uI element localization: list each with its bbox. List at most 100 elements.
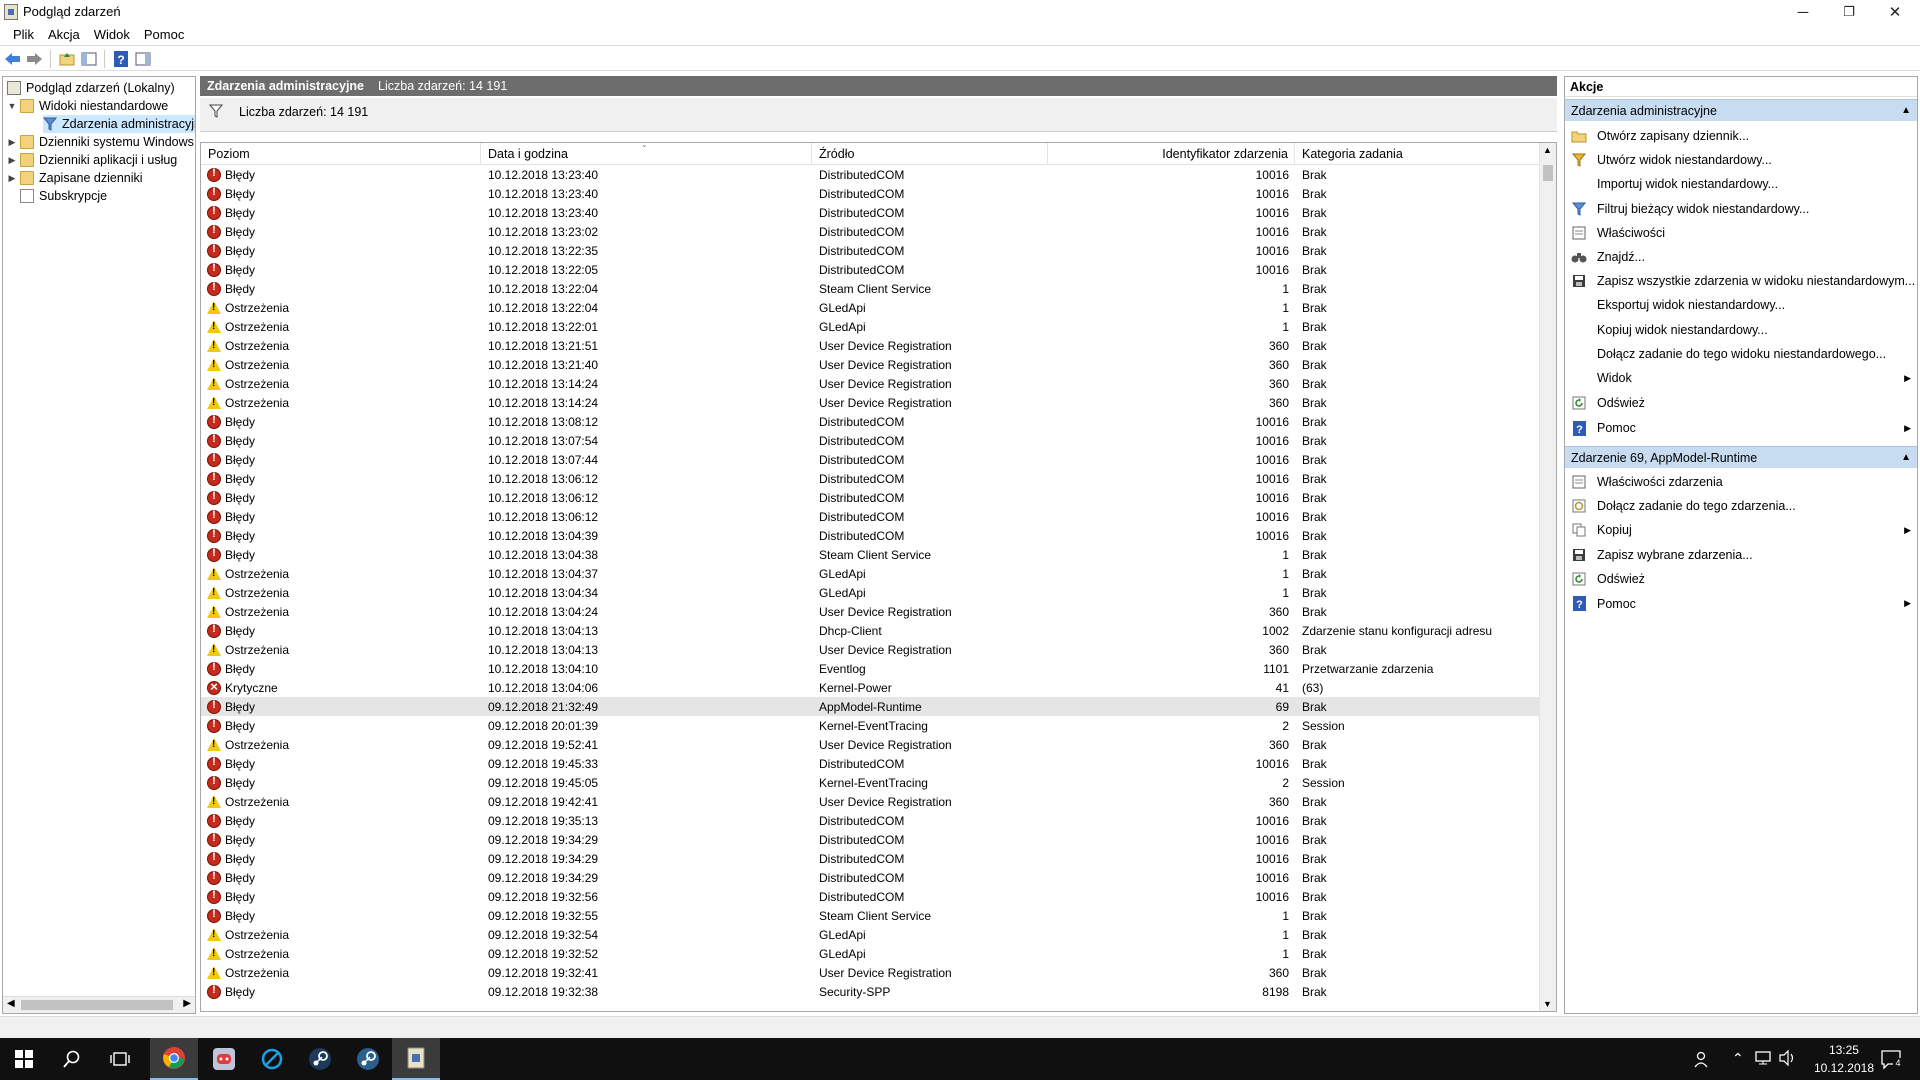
- back-arrow-icon[interactable]: [4, 50, 21, 67]
- action-pomoc[interactable]: ? Pomoc ▶: [1565, 418, 1917, 438]
- table-row[interactable]: Błędy 09.12.2018 19:34:29 DistributedCOM 10…: [201, 830, 1539, 849]
- table-row[interactable]: Błędy 10.12.2018 13:04:38 Steam Client Ser…: [201, 545, 1539, 564]
- grid-vertical-scrollbar[interactable]: ▲ ▼: [1539, 143, 1556, 1011]
- minimize-button[interactable]: ─: [1780, 0, 1826, 24]
- table-row[interactable]: Błędy 10.12.2018 13:06:12 DistributedCOM 10…: [201, 469, 1539, 488]
- column-header-level[interactable]: Poziom: [201, 143, 481, 165]
- tree-node-windows-logs[interactable]: ▶ Dzienniki systemu Windows: [7, 133, 194, 151]
- task-view-icon[interactable]: [96, 1038, 144, 1080]
- action-eksportuj-widok-niestandardowy[interactable]: Eksportuj widok niestandardowy...: [1565, 295, 1917, 315]
- show-hide-action-pane-icon[interactable]: [134, 50, 151, 67]
- table-row[interactable]: Błędy 09.12.2018 21:32:49 AppModel-Runtime…: [201, 697, 1539, 716]
- action-dolacz-zadanie-do-tego-widoku-niestandardowego[interactable]: Dołącz zadanie do tego widoku niestandar…: [1565, 344, 1917, 364]
- scrollbar-thumb[interactable]: [1543, 165, 1553, 181]
- action-kopiuj-widok-niestandardowy[interactable]: Kopiuj widok niestandardowy...: [1565, 320, 1917, 340]
- table-row[interactable]: Ostrzeżenia 10.12.2018 13:04:13 User Devic…: [201, 640, 1539, 659]
- network-icon[interactable]: [1754, 1050, 1772, 1069]
- chevron-right-icon[interactable]: ▶: [7, 173, 17, 184]
- action-filtruj-biezacy-widok-niestandardowy[interactable]: Filtruj bieżący widok niestandardowy...: [1565, 199, 1917, 219]
- scroll-left-icon[interactable]: ◀: [7, 998, 15, 1009]
- actions-section-header-event-69[interactable]: Zdarzenie 69, AppModel-Runtime ▲: [1565, 446, 1917, 468]
- table-row[interactable]: Błędy 10.12.2018 13:08:12 DistributedCOM 10…: [201, 412, 1539, 431]
- action-zapisz-wybrane-zdarzenia[interactable]: Zapisz wybrane zdarzenia...: [1565, 545, 1917, 565]
- action-odswiez[interactable]: Odśwież: [1565, 569, 1917, 589]
- table-row[interactable]: Błędy 09.12.2018 19:45:33 DistributedCOM 10…: [201, 754, 1539, 773]
- action-kopiuj[interactable]: Kopiuj ▶: [1565, 520, 1917, 540]
- table-row[interactable]: Błędy 10.12.2018 13:23:02 DistributedCOM 10…: [201, 222, 1539, 241]
- tree-node-subscriptions[interactable]: Subskrypcje: [20, 187, 107, 205]
- action-otworz-zapisany-dziennik[interactable]: Otwórz zapisany dziennik...: [1565, 126, 1917, 146]
- table-row[interactable]: Ostrzeżenia 10.12.2018 13:22:04 GLedApi 1 Br…: [201, 298, 1539, 317]
- action-wlasciwosci[interactable]: Właściwości: [1565, 223, 1917, 243]
- tree-node-root[interactable]: Podgląd zdarzeń (Lokalny): [7, 79, 175, 97]
- actions-section-header-admin-events[interactable]: Zdarzenia administracyjne ▲: [1565, 99, 1917, 121]
- action-widok[interactable]: Widok ▶: [1565, 368, 1917, 388]
- scrollbar-thumb[interactable]: [21, 1000, 173, 1010]
- chrome-icon[interactable]: [150, 1038, 198, 1080]
- table-row[interactable]: Błędy 09.12.2018 19:34:29 DistributedCOM 10…: [201, 849, 1539, 868]
- action-dolacz-zadanie-do-tego-zdarzenia[interactable]: Dołącz zadanie do tego zdarzenia...: [1565, 496, 1917, 516]
- folder-up-icon[interactable]: [58, 50, 75, 67]
- battle-net-icon[interactable]: [248, 1038, 296, 1080]
- table-row[interactable]: Błędy 10.12.2018 13:22:05 DistributedCOM 10…: [201, 260, 1539, 279]
- action-utworz-widok-niestandardowy[interactable]: Utwórz widok niestandardowy...: [1565, 150, 1917, 170]
- action-zapisz-wszystkie-zdarzenia-w-widoku-niestandardowym[interactable]: Zapisz wszystkie zdarzenia w widoku nies…: [1565, 271, 1917, 291]
- tree-node-custom-views[interactable]: ▼ Widoki niestandardowe: [7, 97, 168, 115]
- table-row[interactable]: Błędy 10.12.2018 13:06:12 DistributedCOM 10…: [201, 507, 1539, 526]
- menu-plik[interactable]: Plik: [6, 27, 41, 42]
- tree-node-saved-logs[interactable]: ▶ Zapisane dzienniki: [7, 169, 143, 187]
- table-row[interactable]: Błędy 10.12.2018 13:07:54 DistributedCOM 10…: [201, 431, 1539, 450]
- chevron-right-icon[interactable]: ▶: [7, 155, 17, 166]
- table-row[interactable]: Błędy 10.12.2018 13:06:12 DistributedCOM 10…: [201, 488, 1539, 507]
- table-row[interactable]: Ostrzeżenia 09.12.2018 19:32:54 GLedApi 1 Br…: [201, 925, 1539, 944]
- column-header-category[interactable]: Kategoria zadania: [1295, 143, 1539, 165]
- table-row[interactable]: Ostrzeżenia 09.12.2018 19:32:41 User Devic…: [201, 963, 1539, 982]
- menu-pomoc[interactable]: Pomoc: [137, 27, 191, 42]
- help-icon[interactable]: ?: [112, 50, 129, 67]
- table-row[interactable]: Ostrzeżenia 10.12.2018 13:21:40 User Devic…: [201, 355, 1539, 374]
- table-row[interactable]: Błędy 10.12.2018 13:23:40 DistributedCOM 10…: [201, 203, 1539, 222]
- search-icon[interactable]: [48, 1038, 96, 1080]
- collapse-icon[interactable]: ▲: [1901, 452, 1911, 463]
- column-header-date[interactable]: Data i godzina ⌄: [481, 143, 812, 165]
- table-row[interactable]: Ostrzeżenia 10.12.2018 13:04:24 User Devic…: [201, 602, 1539, 621]
- table-row[interactable]: Błędy 09.12.2018 20:01:39 Kernel-EventTrac…: [201, 716, 1539, 735]
- tree-node-app-logs[interactable]: ▶ Dzienniki aplikacji i usług: [7, 151, 177, 169]
- tree-horizontal-scrollbar[interactable]: ◀ ▶: [3, 996, 195, 1013]
- table-row[interactable]: Krytyczne 10.12.2018 13:04:06 Kernel-Power…: [201, 678, 1539, 697]
- scroll-down-icon[interactable]: ▼: [1543, 999, 1552, 1009]
- table-row[interactable]: Ostrzeżenia 10.12.2018 13:04:37 GLedApi 1 Br…: [201, 564, 1539, 583]
- collapse-icon[interactable]: ▲: [1901, 105, 1911, 116]
- table-row[interactable]: Błędy 09.12.2018 19:32:38 Security-SPP 8198…: [201, 982, 1539, 1001]
- table-row[interactable]: Błędy 10.12.2018 13:23:40 DistributedCOM 10…: [201, 165, 1539, 184]
- discord-icon[interactable]: [200, 1038, 248, 1080]
- scroll-up-icon[interactable]: ▲: [1543, 145, 1552, 155]
- close-button[interactable]: ✕: [1872, 0, 1918, 24]
- taskbar-clock[interactable]: 13:25 10.12.2018: [1814, 1041, 1874, 1077]
- table-row[interactable]: Ostrzeżenia 10.12.2018 13:21:51 User Devic…: [201, 336, 1539, 355]
- event-viewer-taskbar-icon[interactable]: [392, 1038, 440, 1080]
- table-row[interactable]: Błędy 10.12.2018 13:22:35 DistributedCOM 10…: [201, 241, 1539, 260]
- steam-icon[interactable]: [344, 1038, 392, 1080]
- notification-center-icon[interactable]: 4: [1880, 1048, 1903, 1073]
- volume-icon[interactable]: [1778, 1049, 1796, 1069]
- forward-arrow-icon[interactable]: [26, 50, 43, 67]
- tree-node-admin-events[interactable]: Zdarzenia administracyjne: [42, 115, 195, 133]
- table-row[interactable]: Ostrzeżenia 09.12.2018 19:42:41 User Devic…: [201, 792, 1539, 811]
- table-row[interactable]: Ostrzeżenia 10.12.2018 13:04:34 GLedApi 1 Br…: [201, 583, 1539, 602]
- table-row[interactable]: Ostrzeżenia 09.12.2018 19:52:41 User Devic…: [201, 735, 1539, 754]
- start-windows-icon[interactable]: [0, 1038, 48, 1080]
- table-row[interactable]: Błędy 10.12.2018 13:04:10 Eventlog 1101 Prze…: [201, 659, 1539, 678]
- action-importuj-widok-niestandardowy[interactable]: Importuj widok niestandardowy...: [1565, 174, 1917, 194]
- column-header-id[interactable]: Identyfikator zdarzenia: [1048, 143, 1295, 165]
- chevron-down-icon[interactable]: ▼: [7, 101, 17, 111]
- table-row[interactable]: Ostrzeżenia 10.12.2018 13:14:24 User Devic…: [201, 393, 1539, 412]
- action-znajdz[interactable]: Znajdź...: [1565, 247, 1917, 267]
- column-header-source[interactable]: Źródło: [812, 143, 1048, 165]
- table-row[interactable]: Błędy 09.12.2018 19:35:13 DistributedCOM 10…: [201, 811, 1539, 830]
- table-row[interactable]: Błędy 09.12.2018 19:45:05 Kernel-EventTrac…: [201, 773, 1539, 792]
- table-row[interactable]: Błędy 10.12.2018 13:04:39 DistributedCOM 10…: [201, 526, 1539, 545]
- action-odswiez[interactable]: Odśwież: [1565, 393, 1917, 413]
- table-row[interactable]: Błędy 09.12.2018 19:32:55 Steam Client Ser…: [201, 906, 1539, 925]
- table-row[interactable]: Ostrzeżenia 10.12.2018 13:22:01 GLedApi 1 Br…: [201, 317, 1539, 336]
